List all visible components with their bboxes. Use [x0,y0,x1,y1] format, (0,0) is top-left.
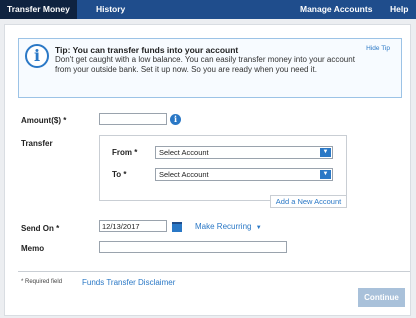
transfer-label: Transfer [21,139,53,148]
info-icon[interactable]: i [170,114,181,125]
send-on-date-input[interactable]: 12/13/2017 [99,220,167,232]
tab-help[interactable]: Help [390,0,408,19]
top-nav: Transfer Money History Manage Accounts H… [0,0,416,19]
amount-label: Amount($) * [21,116,67,125]
make-recurring-link[interactable]: Make Recurring ▼ [195,222,262,231]
amount-input[interactable] [99,113,167,125]
from-select-value: Select Account [159,148,209,157]
from-select[interactable]: Select Account ▼ [155,146,333,159]
send-on-label: Send On * [21,224,60,233]
info-icon: i [25,44,49,68]
tab-manage-accounts[interactable]: Manage Accounts [300,0,372,19]
to-select[interactable]: Select Account ▼ [155,168,333,181]
transfer-box: From * Select Account ▼ To * Select Acco… [99,135,347,201]
make-recurring-label: Make Recurring [195,222,252,231]
continue-button[interactable]: Continue [358,288,405,307]
transfer-panel: i Tip: You can transfer funds into your … [4,24,411,316]
tip-text: Don't get caught with a low balance. You… [55,55,355,74]
tab-history[interactable]: History [96,0,125,19]
divider [18,271,410,272]
calendar-icon[interactable] [172,222,182,232]
chevron-down-icon[interactable]: ▼ [320,170,331,179]
memo-input[interactable] [99,241,287,253]
tip-box: i Tip: You can transfer funds into your … [18,38,402,98]
chevron-down-icon[interactable]: ▼ [320,148,331,157]
required-field-note: * Required field [21,279,63,285]
funds-transfer-disclaimer-link[interactable]: Funds Transfer Disclaimer [82,278,175,287]
hide-tip-link[interactable]: Hide Tip [366,45,390,52]
tab-transfer-money[interactable]: Transfer Money [0,0,77,19]
to-select-value: Select Account [159,170,209,179]
from-label: From * [112,148,138,157]
to-label: To * [112,170,127,179]
memo-label: Memo [21,244,45,253]
add-new-account-button[interactable]: Add a New Account [270,195,347,208]
tip-title: Tip: You can transfer funds into your ac… [55,45,239,55]
chevron-down-icon: ▼ [255,225,262,231]
